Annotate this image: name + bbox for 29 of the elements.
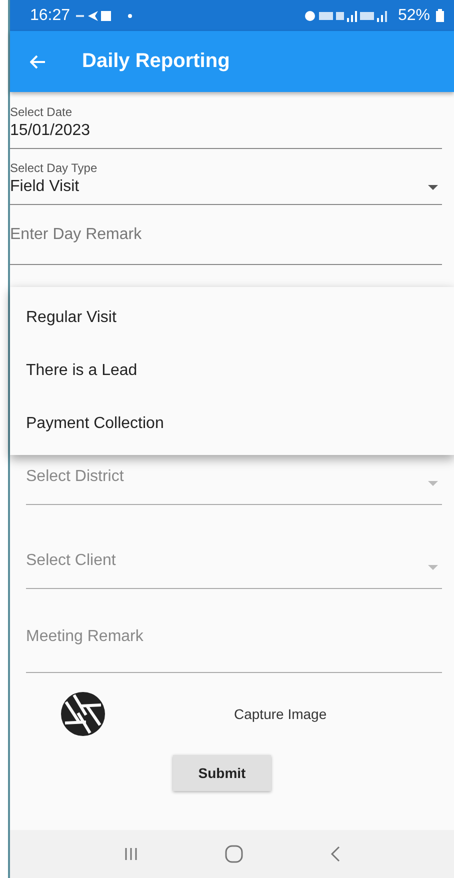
field-label: Select Date (10, 105, 74, 119)
field-placeholder: Select Client (26, 552, 116, 570)
notification-dot-icon (128, 14, 132, 18)
recent-apps-icon[interactable] (124, 847, 138, 861)
camera-shutter-icon[interactable] (60, 691, 106, 737)
dropdown-caret-icon (428, 481, 438, 486)
battery-percent: 52% (398, 6, 430, 24)
dropdown-caret-icon (428, 184, 438, 190)
field-value: Field Visit (10, 178, 80, 196)
field-placeholder: Meeting Remark (26, 628, 144, 646)
menu-item[interactable]: Payment Collection (10, 415, 454, 434)
back-icon[interactable] (330, 846, 340, 862)
status-time: 16:27 (30, 6, 70, 24)
submit-button[interactable]: Submit (173, 755, 271, 791)
screen-title: Daily Reporting (82, 50, 230, 73)
dropdown-field[interactable]: Select Day Type Field Visit (10, 149, 442, 205)
dropdown-caret-icon (428, 565, 438, 570)
menu-item[interactable]: Regular Visit (10, 308, 454, 327)
capture-image-label: Capture Image (234, 706, 327, 722)
home-icon[interactable] (224, 845, 243, 863)
field-placeholder: Enter Day Remark (10, 226, 142, 244)
menu-item[interactable]: There is a Lead (10, 362, 454, 380)
battery-icon (436, 9, 444, 22)
field-value: 15/01/2023 (10, 122, 90, 140)
field-label: Select Day Type (10, 161, 98, 175)
field-placeholder: Select District (26, 468, 124, 486)
input-field[interactable]: Enter Day Remark (10, 205, 442, 265)
input-field[interactable]: Select Date 15/01/2023 (10, 92, 442, 149)
back-arrow-icon[interactable] (30, 54, 46, 68)
